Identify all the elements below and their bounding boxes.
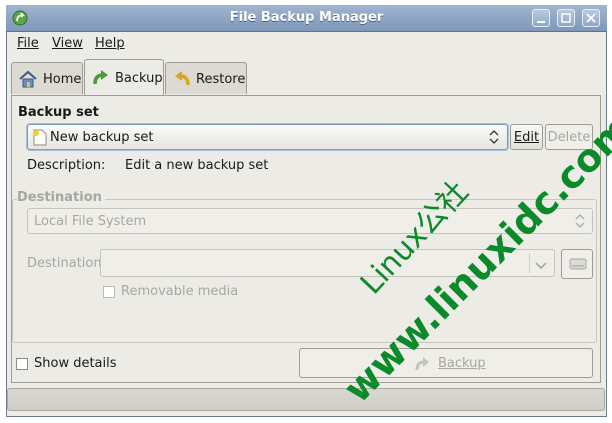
status-bar [7, 388, 605, 411]
window-title: File Backup Manager [229, 10, 384, 25]
restore-arrow-icon [172, 69, 192, 93]
home-icon [18, 70, 38, 92]
destination-frame-title: Destination [17, 190, 105, 205]
removable-media-label: Removable media [121, 284, 239, 299]
combo-updown-icon [489, 130, 499, 148]
menu-file[interactable]: File [17, 36, 39, 51]
backup-set-combo-value: New backup set [50, 130, 154, 145]
maximize-icon [561, 13, 571, 23]
browse-button[interactable] [561, 249, 593, 279]
destination-field-label: Destination: [27, 256, 106, 271]
drive-icon [569, 257, 587, 275]
close-button[interactable] [582, 9, 600, 27]
dropdown-divider [529, 253, 530, 273]
tab-restore[interactable]: Restore [165, 62, 247, 94]
menu-help[interactable]: Help [95, 36, 125, 51]
description-value: Edit a new backup set [125, 158, 269, 173]
backup-set-combo[interactable]: New backup set [27, 124, 508, 150]
new-document-icon [32, 129, 48, 150]
tab-backup-label: Backup [115, 71, 163, 86]
description-label: Description: [27, 158, 106, 173]
menu-view[interactable]: View [52, 36, 83, 51]
tab-backup[interactable]: Backup [84, 59, 164, 96]
chevron-down-icon [535, 259, 547, 274]
maximize-button[interactable] [557, 9, 575, 27]
tab-home[interactable]: Home [11, 62, 83, 94]
tab-restore-label: Restore [196, 72, 246, 87]
minimize-button[interactable] [532, 9, 550, 27]
backup-button-label: Backup [438, 356, 486, 371]
title-bar[interactable]: File Backup Manager [6, 5, 607, 32]
destination-type-value: Local File System [34, 214, 147, 229]
combo-updown-icon [575, 214, 585, 232]
edit-button[interactable]: Edit [510, 124, 543, 150]
show-details-label: Show details [34, 356, 117, 371]
minimize-icon [537, 21, 545, 23]
backup-arrow-icon [91, 68, 111, 92]
backup-set-heading: Backup set [18, 105, 99, 120]
edit-button-label: Edit [513, 130, 540, 145]
close-icon [586, 13, 596, 23]
removable-media-checkbox[interactable] [103, 286, 115, 298]
show-details-checkbox[interactable] [16, 358, 28, 370]
tab-home-label: Home [43, 72, 82, 87]
